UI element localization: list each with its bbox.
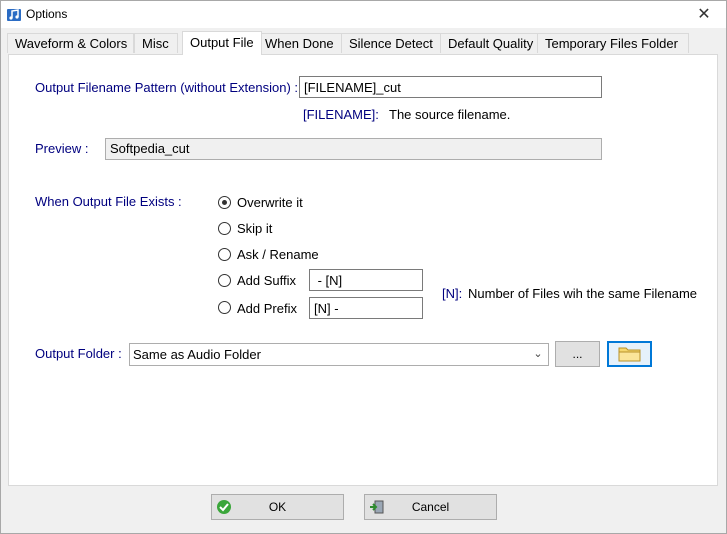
folder-icon (618, 347, 641, 362)
filename-desc: The source filename. (389, 107, 511, 122)
tab-default-quality[interactable]: Default Quality (440, 33, 538, 53)
prefix-input[interactable] (309, 297, 423, 319)
overwrite-label[interactable]: Overwrite it (237, 195, 303, 210)
add-suffix-radio[interactable] (218, 274, 231, 287)
ask-rename-radio[interactable] (218, 248, 231, 261)
radio-selected-dot (222, 200, 227, 205)
tab-output-file[interactable]: Output File (182, 31, 262, 55)
ok-label: OK (268, 500, 287, 514)
browse-button[interactable]: ... (555, 341, 600, 367)
tab-waveform-colors[interactable]: Waveform & Colors (7, 33, 134, 53)
exists-label: When Output File Exists : (35, 194, 182, 209)
suffix-input[interactable] (309, 269, 423, 291)
output-file-panel: Output Filename Pattern (without Extensi… (8, 54, 718, 486)
output-folder-combo[interactable]: Same as Audio Folder ⌄ (129, 343, 549, 366)
output-folder-value: Same as Audio Folder (133, 347, 261, 362)
tab-when-done[interactable]: When Done (257, 33, 342, 53)
overwrite-radio[interactable] (218, 196, 231, 209)
ask-rename-label[interactable]: Ask / Rename (237, 247, 319, 262)
skip-label[interactable]: Skip it (237, 221, 272, 236)
check-icon (217, 500, 231, 514)
preview-label: Preview : (35, 141, 89, 156)
filename-token: [FILENAME]: (303, 107, 379, 122)
tab-silence-detect[interactable]: Silence Detect (341, 33, 441, 53)
add-suffix-label[interactable]: Add Suffix (237, 273, 296, 288)
chevron-down-icon[interactable]: ⌄ (528, 344, 548, 365)
output-folder-label: Output Folder : (35, 346, 122, 361)
skip-radio[interactable] (218, 222, 231, 235)
preview-field: Softpedia_cut (105, 138, 602, 160)
pattern-label: Output Filename Pattern (without Extensi… (35, 80, 299, 95)
title-bar: Options ✕ (1, 1, 726, 28)
n-token: [N]: (442, 286, 463, 301)
tab-misc[interactable]: Misc (134, 33, 178, 53)
n-desc: Number of Files wih the same Filename (468, 286, 698, 301)
exit-door-icon (370, 500, 384, 514)
add-prefix-label[interactable]: Add Prefix (237, 301, 297, 316)
cancel-label: Cancel (411, 500, 450, 514)
pattern-input[interactable] (299, 76, 602, 98)
music-note-icon (7, 9, 21, 21)
close-button[interactable]: ✕ (682, 1, 726, 28)
cancel-button[interactable]: Cancel (364, 494, 497, 520)
ok-button[interactable]: OK (211, 494, 344, 520)
tab-temporary-files-folder[interactable]: Temporary Files Folder (537, 33, 689, 53)
window-title: Options (26, 7, 68, 21)
add-prefix-radio[interactable] (218, 301, 231, 314)
open-folder-button[interactable] (607, 341, 652, 367)
options-window: Options ✕ Waveform & Colors Misc Output … (0, 0, 727, 534)
